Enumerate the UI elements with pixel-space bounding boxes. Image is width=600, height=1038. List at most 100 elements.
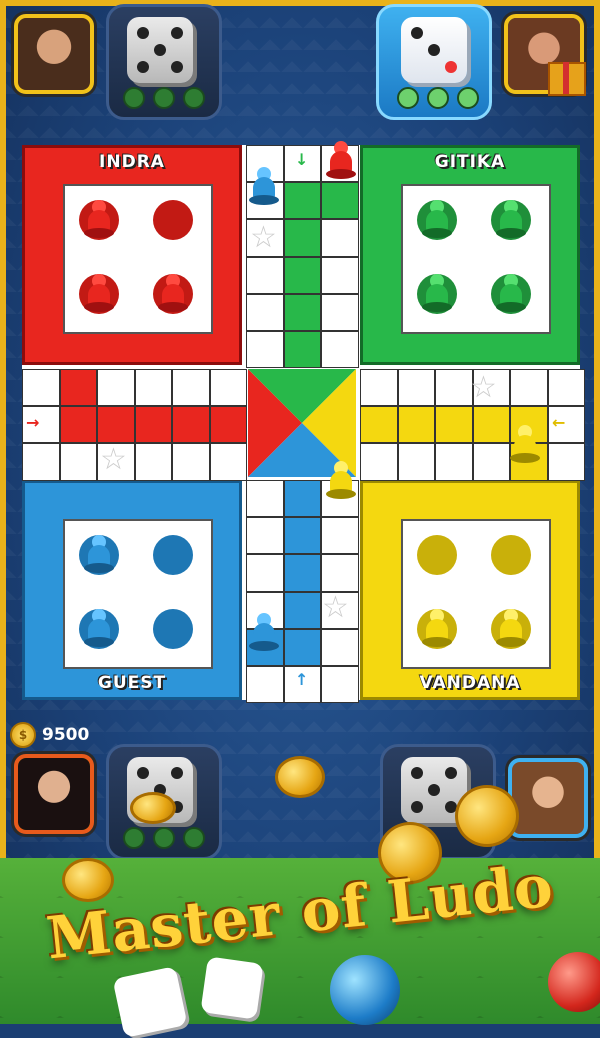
blue-pawn[interactable] [249,613,279,651]
coin-icon: $ [10,722,36,748]
board-cell[interactable] [472,406,510,444]
board-cell[interactable] [134,369,172,407]
blue-marble-icon [330,955,400,1025]
dice-box-gitika [376,4,492,120]
board-cell[interactable] [283,219,321,257]
board-cell[interactable] [134,406,172,444]
board-cell[interactable] [209,369,247,407]
yellow-pawn[interactable] [496,609,526,647]
green-pawn[interactable] [496,200,526,238]
board-cell[interactable] [59,443,97,481]
board-cell[interactable] [321,219,359,257]
board-cell[interactable] [246,517,284,555]
board-cell[interactable] [246,256,284,294]
board-cell[interactable] [283,182,321,220]
board-cell[interactable] [283,293,321,331]
home-blue: GUEST [22,480,242,700]
board-cell[interactable] [283,331,321,369]
dice-icon [200,956,264,1020]
board-cell[interactable] [321,256,359,294]
dice-box-indra [106,4,222,120]
board-cell[interactable] [321,554,359,592]
home-green: GITIKA [360,145,580,365]
coin-icon [275,756,325,798]
board-cell[interactable] [321,331,359,369]
board-cell[interactable] [246,331,284,369]
board-cell[interactable] [209,443,247,481]
dice-icon[interactable] [127,17,193,83]
board-cell[interactable] [547,443,585,481]
board-cell[interactable] [283,628,321,666]
board-cell[interactable] [134,443,172,481]
green-arrow-icon: ↓ [295,150,309,169]
board-cell[interactable] [283,591,321,629]
board-cell[interactable] [397,406,435,444]
safe-star-icon: ☆ [100,442,127,477]
board-cell[interactable] [360,443,398,481]
home-red: INDRA [22,145,242,365]
board-cell[interactable] [172,369,210,407]
avatar-vandana[interactable] [508,758,588,838]
red-pawn[interactable] [158,274,188,312]
board-cell[interactable] [397,443,435,481]
board-cell[interactable] [321,182,359,220]
board-cell[interactable] [246,554,284,592]
red-arrow-icon: → [26,413,40,432]
board-cell[interactable] [283,480,321,518]
blue-pawn[interactable] [84,535,114,573]
blue-pawn[interactable] [249,167,279,205]
board-cell[interactable] [360,369,398,407]
board-cell[interactable] [360,406,398,444]
board-cell[interactable] [172,443,210,481]
yellow-pawn[interactable] [510,425,540,463]
board-cell[interactable] [59,369,97,407]
red-pawn[interactable] [84,200,114,238]
board-cell[interactable] [510,369,548,407]
board-cell[interactable] [97,369,135,407]
board-cell[interactable] [321,293,359,331]
board-cell[interactable] [283,517,321,555]
board-cell[interactable] [246,666,284,704]
board-cell[interactable] [97,406,135,444]
green-pawn[interactable] [496,274,526,312]
blue-pawn[interactable] [84,609,114,647]
red-pawn[interactable] [84,274,114,312]
player-name-guest: GUEST [97,673,167,693]
board-cell[interactable] [283,554,321,592]
board-cell[interactable] [321,666,359,704]
player-name-indra: INDRA [99,152,165,172]
green-pawn[interactable] [422,274,452,312]
board-cell[interactable] [22,369,60,407]
coin-amount: 9500 [42,725,90,745]
board-cell[interactable] [472,443,510,481]
board-cell[interactable] [172,406,210,444]
yellow-pawn[interactable] [422,609,452,647]
board-cell[interactable] [321,517,359,555]
board-cell[interactable] [246,293,284,331]
board-cell[interactable] [435,443,473,481]
yellow-pawn[interactable] [326,461,356,499]
board-cell[interactable] [283,256,321,294]
yellow-arrow-icon: ← [552,413,566,432]
board-cell[interactable] [59,406,97,444]
board-cell[interactable] [435,369,473,407]
coin-counter: $ 9500 [10,722,89,748]
green-pawn[interactable] [422,200,452,238]
coin-icon [62,858,114,902]
coin-icon [455,785,519,847]
board-cell[interactable] [397,369,435,407]
blue-arrow-icon: ↑ [295,670,309,689]
player-name-gitika: GITIKA [434,152,506,172]
board-cell[interactable] [435,406,473,444]
board-cell[interactable] [547,369,585,407]
avatar-guest[interactable] [14,754,94,834]
board-cell[interactable] [22,443,60,481]
board-cell[interactable] [321,628,359,666]
board-cell[interactable] [209,406,247,444]
board-cell[interactable] [246,480,284,518]
dice-icon[interactable] [401,17,467,83]
gift-icon[interactable] [548,62,586,96]
coin-icon [130,792,176,824]
red-pawn[interactable] [326,141,356,179]
avatar-indra[interactable] [14,14,94,94]
